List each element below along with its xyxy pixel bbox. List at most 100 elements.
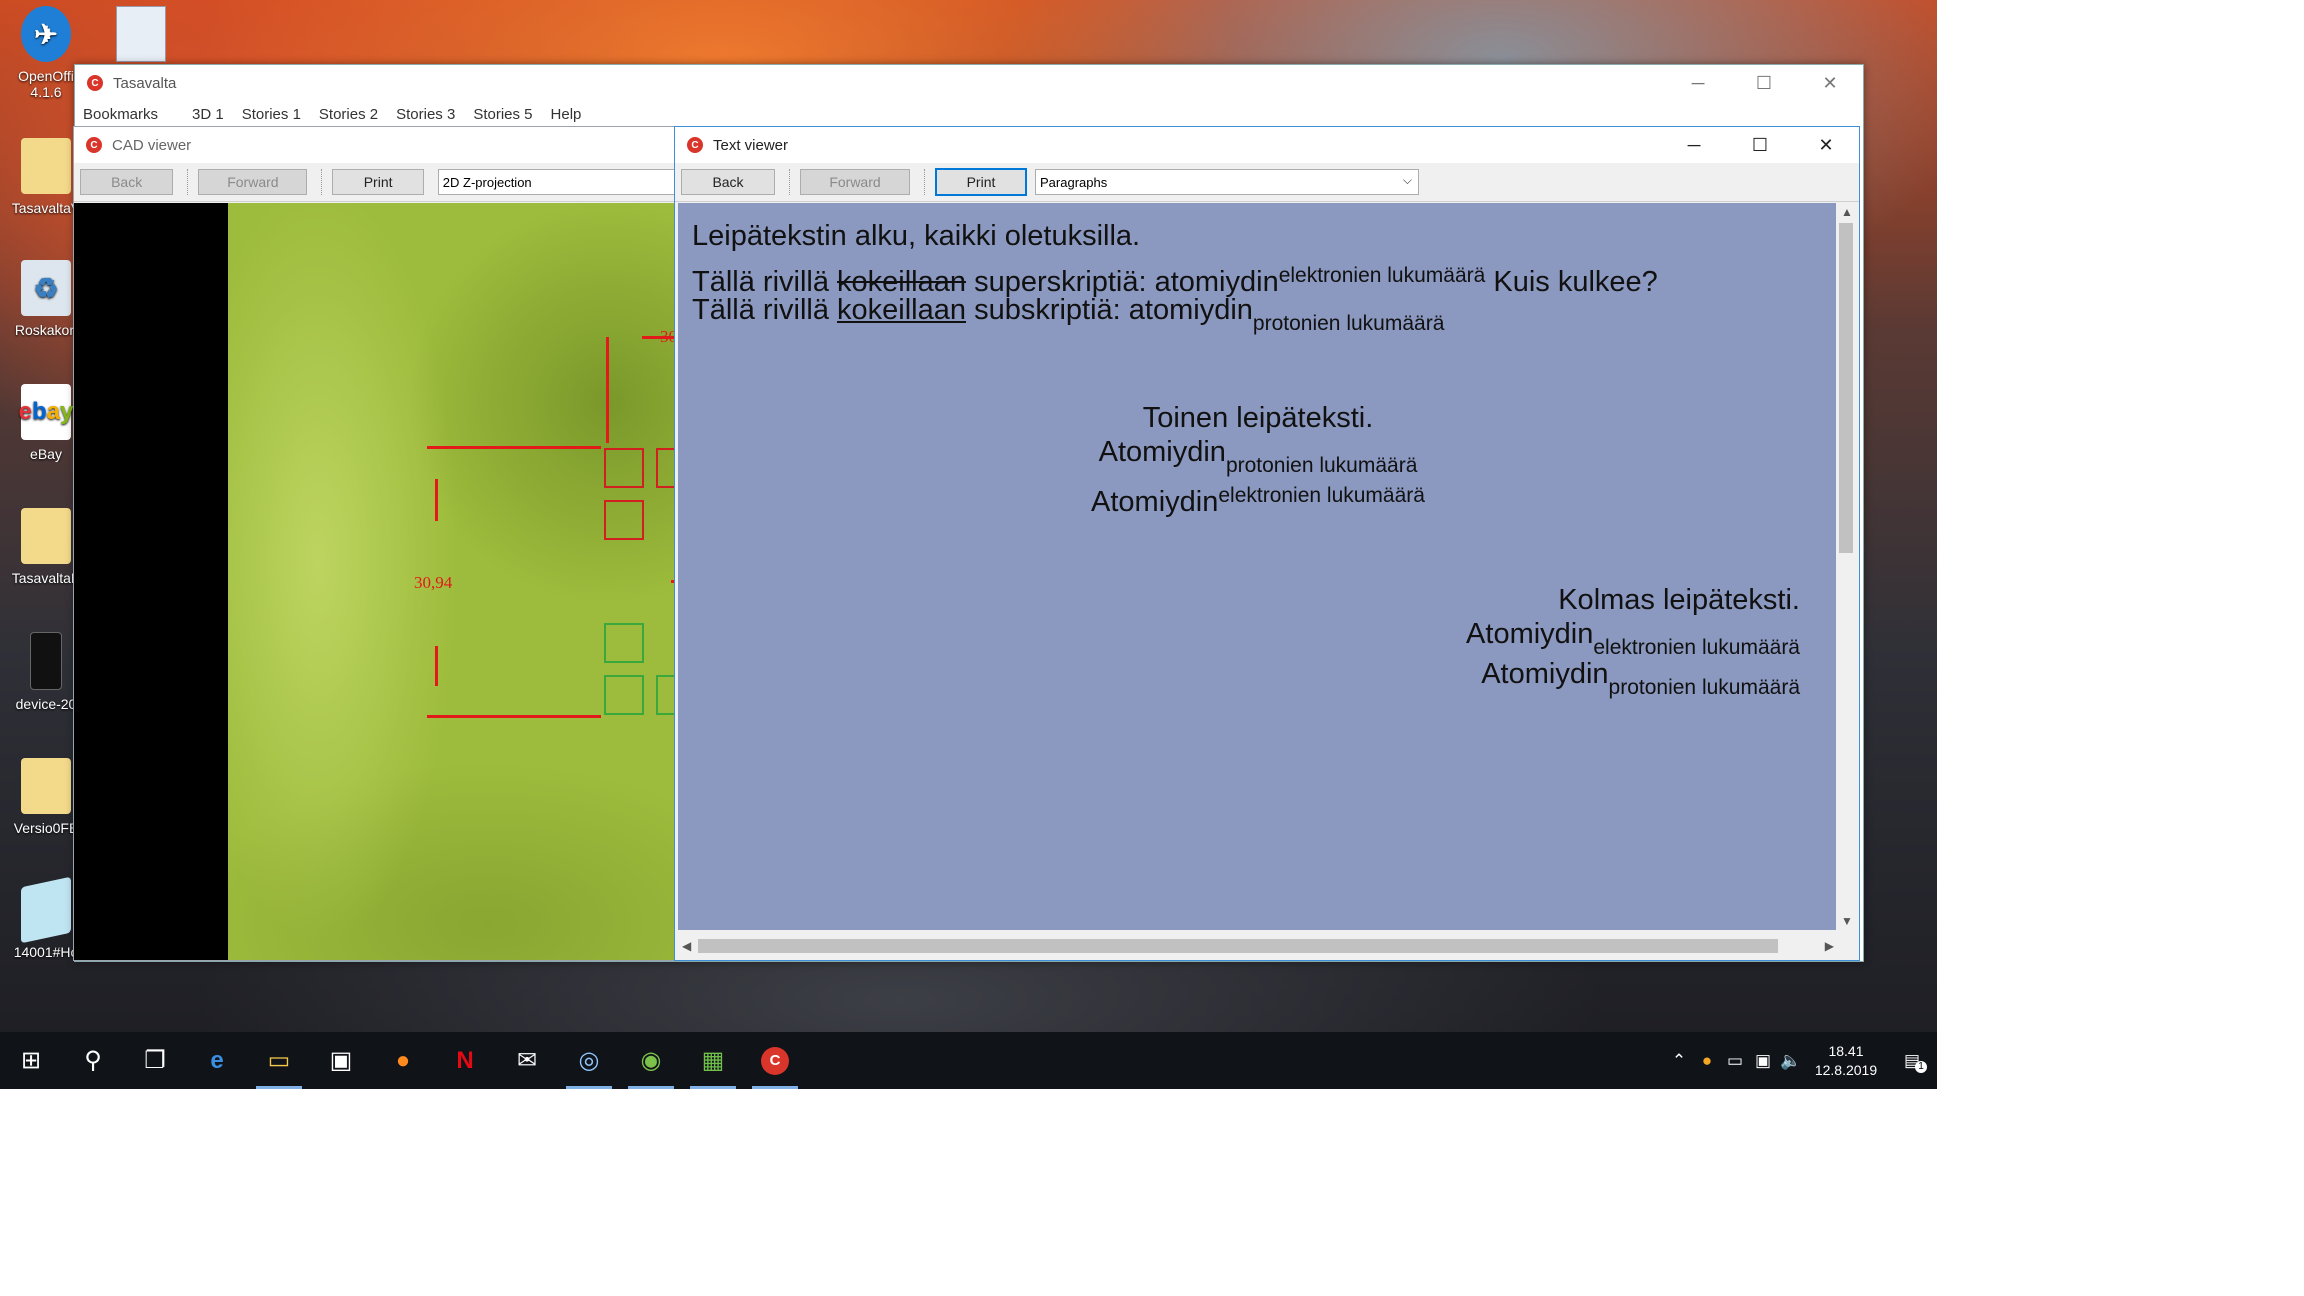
toolbar-separator xyxy=(789,169,794,195)
toolbar-separator xyxy=(924,169,929,195)
minimize-button[interactable]: ─ xyxy=(1665,65,1731,101)
notification-count: 1 xyxy=(1915,1060,1927,1073)
firefox-icon[interactable]: ● xyxy=(372,1032,434,1089)
text-titlebar[interactable]: C Text viewer ─ ☐ ✕ xyxy=(675,127,1859,163)
view-mode-select[interactable]: Paragraphs ⌵ xyxy=(1035,169,1419,195)
android-icon[interactable]: ◉ xyxy=(620,1032,682,1089)
maximize-button[interactable]: ☐ xyxy=(1727,127,1793,163)
maximize-button[interactable]: ☐ xyxy=(1731,65,1797,101)
text-viewer-window: C Text viewer ─ ☐ ✕ Back Forward Print P… xyxy=(674,126,1860,961)
chevron-down-icon: ⌵ xyxy=(1402,173,1412,187)
clock-time: 18.41 xyxy=(1828,1042,1864,1059)
search-icon[interactable]: ⚲ xyxy=(62,1032,124,1089)
menu-bookmarks[interactable]: Bookmarks xyxy=(83,106,158,123)
tasavalta-app-icon: C xyxy=(761,1046,789,1075)
menu-stories-3[interactable]: Stories 3 xyxy=(396,106,455,123)
cad-canvas[interactable]: 30,9 30,94 xyxy=(74,203,696,960)
scroll-right-icon[interactable]: ▶ xyxy=(1825,939,1834,953)
menu-help[interactable]: Help xyxy=(551,106,582,123)
document-icon[interactable] xyxy=(116,6,166,62)
paragraph-3-line-1: Kolmas leipäteksti. xyxy=(1558,584,1800,616)
file-explorer-icon[interactable]: ▭ xyxy=(248,1032,310,1089)
scroll-thumb[interactable] xyxy=(1839,223,1853,553)
menu-stories-5[interactable]: Stories 5 xyxy=(473,106,532,123)
close-button[interactable]: ✕ xyxy=(1797,65,1863,101)
cad-window-title: CAD viewer xyxy=(112,136,192,154)
update-icon[interactable]: ● xyxy=(1693,1051,1721,1071)
dimension-line xyxy=(427,446,601,449)
clock-date: 12.8.2019 xyxy=(1814,1061,1878,1078)
chevron-up-icon[interactable]: ⌃ xyxy=(1665,1051,1693,1071)
dimension-line xyxy=(606,337,609,443)
text-print-button[interactable]: Print xyxy=(935,168,1027,196)
horizontal-scrollbar[interactable]: ◀ ▶ xyxy=(678,935,1838,957)
menu-bar: Bookmarks 3D 1 Stories 1 Stories 2 Stori… xyxy=(75,101,1863,127)
projection-select[interactable]: 2D Z-projection xyxy=(437,169,682,195)
windows-start-icon[interactable]: ⊞ xyxy=(0,1032,62,1089)
paragraph-2-line-3: Atomiydinelektronien lukumäärä xyxy=(1091,484,1425,518)
paragraph-2-line-1: Toinen leipäteksti. xyxy=(1142,402,1374,434)
main-titlebar[interactable]: C Tasavalta ─ ☐ ✕ xyxy=(75,65,1863,101)
dimension-line xyxy=(435,479,438,521)
menu-stories-1[interactable]: Stories 1 xyxy=(242,106,301,123)
task-view-icon[interactable]: ❐ xyxy=(124,1032,186,1089)
toolbar-separator xyxy=(321,169,326,195)
scroll-left-icon[interactable]: ◀ xyxy=(682,939,691,953)
toolbar-separator xyxy=(187,169,192,195)
scroll-thumb[interactable] xyxy=(698,939,1778,953)
scroll-up-icon[interactable]: ▲ xyxy=(1841,205,1853,219)
document-icon xyxy=(21,876,71,944)
edge-icon[interactable]: e xyxy=(186,1032,248,1089)
paragraph-1-line-3: Tällä rivillä kokeillaan subskriptiä: at… xyxy=(692,294,1445,335)
notification-icon[interactable]: ▤ 1 xyxy=(1887,1051,1937,1073)
cad-print-button[interactable]: Print xyxy=(332,169,424,195)
scroll-down-icon[interactable]: ▼ xyxy=(1841,914,1853,928)
text-back-button[interactable]: Back xyxy=(681,169,775,195)
cad-viewer-window: C CAD viewer Back Forward Print 2D Z-pro… xyxy=(73,126,696,961)
main-window-title: Tasavalta xyxy=(113,74,177,92)
volume-icon[interactable]: 🔈 xyxy=(1777,1051,1805,1071)
app-green-icon[interactable]: ▦ xyxy=(682,1032,744,1089)
openoffice-icon: ✈ xyxy=(21,6,71,62)
system-tray: ⌃ ● ▭ ▣ 🔈 18.41 12.8.2019 ▤ 1 xyxy=(1665,1042,1937,1080)
cad-room-box[interactable] xyxy=(604,500,644,540)
network-icon[interactable]: ▣ xyxy=(1749,1051,1777,1071)
text-toolbar: Back Forward Print Paragraphs ⌵ xyxy=(675,163,1859,202)
dimension-line xyxy=(435,646,438,686)
app-icon[interactable]: ◎ xyxy=(558,1032,620,1089)
phone-icon xyxy=(30,632,62,690)
folder-icon xyxy=(21,508,71,564)
cad-room-box[interactable] xyxy=(604,448,644,488)
battery-icon[interactable]: ▭ xyxy=(1721,1051,1749,1071)
cad-forward-button[interactable]: Forward xyxy=(198,169,308,195)
cad-back-button[interactable]: Back xyxy=(80,169,174,195)
tasavalta-app-icon: C xyxy=(86,137,102,153)
tasavalta-app-icon: C xyxy=(687,137,703,153)
view-mode-value: Paragraphs xyxy=(1040,174,1108,190)
folder-icon xyxy=(21,138,71,194)
minimize-button[interactable]: ─ xyxy=(1661,127,1727,163)
desktop: ✈ OpenOffi 4.1.6 TasavaltaV ♻ Roskakori … xyxy=(0,0,1937,1089)
dimension-line xyxy=(427,715,601,718)
text-forward-button[interactable]: Forward xyxy=(800,169,910,195)
menu-3d-1[interactable]: 3D 1 xyxy=(192,106,224,123)
menu-stories-2[interactable]: Stories 2 xyxy=(319,106,378,123)
cad-map-image: 30,9 30,94 xyxy=(228,203,696,960)
close-button[interactable]: ✕ xyxy=(1793,127,1859,163)
paragraph-2-line-2: Atomiydinprotonien lukumäärä xyxy=(1098,436,1418,477)
paragraph-3-line-3: Atomiydinprotonien lukumäärä xyxy=(1481,658,1800,699)
cad-titlebar[interactable]: C CAD viewer xyxy=(74,127,682,163)
taskbar: ⊞ ⚲ ❐ e ▭ ▣ ● N ✉ ◎ ◉ ▦ C ⌃ ● ▭ ▣ 🔈 18.4… xyxy=(0,1032,1937,1089)
cad-room-box[interactable] xyxy=(604,623,644,663)
store-icon[interactable]: ▣ xyxy=(310,1032,372,1089)
clock[interactable]: 18.41 12.8.2019 xyxy=(1805,1042,1887,1080)
cad-toolbar: Back Forward Print 2D Z-projection xyxy=(74,163,682,202)
mail-icon[interactable]: ✉ xyxy=(496,1032,558,1089)
dimension-label-left: 30,94 xyxy=(414,573,453,592)
cad-room-box[interactable] xyxy=(604,675,644,715)
tasavalta-icon[interactable]: C xyxy=(744,1032,806,1089)
vertical-scrollbar[interactable]: ▲ ▼ xyxy=(1836,203,1856,930)
text-document[interactable]: Leipätekstin alku, kaikki oletuksilla. T… xyxy=(678,203,1838,930)
ebay-icon: ebay xyxy=(19,384,73,440)
netflix-icon[interactable]: N xyxy=(434,1032,496,1089)
